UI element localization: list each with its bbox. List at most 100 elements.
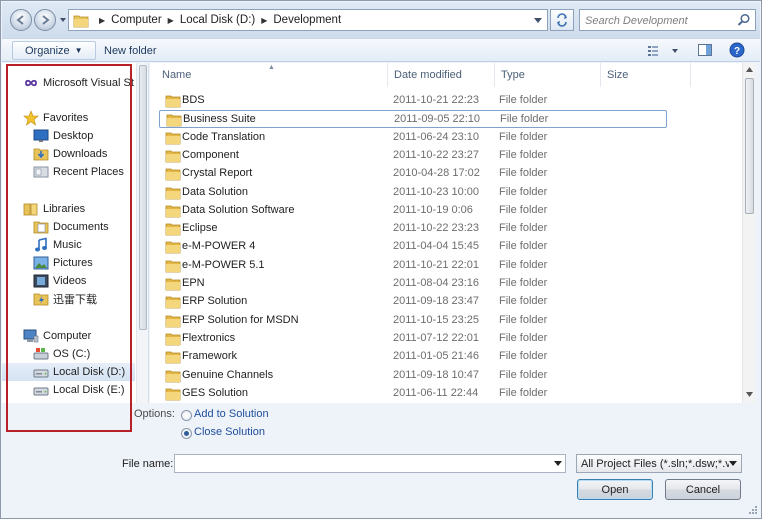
refresh-button[interactable] [550,9,574,31]
nav-item-thunder-download[interactable]: 迅雷下载 [2,290,135,308]
nav-item-label: Libraries [43,203,86,215]
table-row[interactable]: Crystal Report 2010-04-28 17:02 File folde… [159,165,664,183]
table-row[interactable]: GES Solution 2011-06-11 22:44 File folder [159,385,664,403]
folder-icon [165,185,181,201]
file-list-scrollbar[interactable] [742,63,755,403]
breadcrumb-separator-icon[interactable]: ▶ [99,16,105,25]
file-list-scrollbar-thumb[interactable] [745,78,754,214]
file-name-combobox[interactable] [174,454,566,473]
table-row[interactable]: Component 2011-10-22 23:27 File folder [159,147,664,165]
date-modified-cell: 2011-06-11 22:44 [393,386,479,399]
nav-item-os-drive[interactable]: OS (C:) [2,345,135,363]
folder-icon [165,166,181,182]
search-box[interactable] [579,9,756,31]
change-view-icon[interactable] [646,43,682,59]
table-row[interactable]: e-M-POWER 5.1 2011-10-21 22:01 File folder [159,257,664,275]
forward-button[interactable] [34,9,56,31]
nav-item-libraries[interactable]: Libraries [2,200,135,218]
nav-item-label: OS (C:) [53,348,91,360]
folder-icon [165,331,181,347]
table-row[interactable]: EPN 2011-08-04 23:16 File folder [159,275,664,293]
search-input[interactable] [585,13,733,28]
documents-icon [33,219,49,235]
table-row[interactable]: ERP Solution 2011-09-18 23:47 File folder [159,293,664,311]
folder-icon [165,368,181,384]
file-name-input[interactable] [178,457,548,471]
file-name-cell: ERP Solution for MSDN [182,313,299,326]
downloads-icon [33,146,49,162]
open-button[interactable]: Open [577,479,653,500]
file-name-dropdown-chevron-icon[interactable] [554,461,562,467]
table-row[interactable]: Data Solution 2011-10-23 10:00 File folder [159,184,664,202]
navigation-scrollbar-thumb[interactable] [139,65,147,330]
breadcrumb-separator-icon[interactable]: ▶ [261,16,267,25]
table-row[interactable]: Flextronics 2011-07-12 22:01 File folder [159,330,664,348]
breadcrumb-local-disk-d[interactable]: Local Disk (D:) [180,14,255,26]
navigation-scrollbar[interactable] [136,63,148,403]
table-row[interactable]: ERP Solution for MSDN 2011-10-15 23:25 Fil… [159,312,664,330]
type-cell: File folder [499,130,548,143]
nav-item-star[interactable]: Favorites [2,109,135,127]
close-solution-label[interactable]: Close Solution [194,426,265,438]
breadcrumb-development[interactable]: Development [273,14,341,26]
os-drive-icon [33,346,49,362]
table-row[interactable]: Business Suite 2011-09-05 22:10 File folde… [159,110,667,129]
nav-item-recent-places[interactable]: Recent Places [2,163,135,181]
open-project-dialog: ▶ Computer ▶ Local Disk (D:) ▶ Developme… [0,0,762,519]
nav-item-music[interactable]: Music [2,236,135,254]
address-bar[interactable]: ▶ Computer ▶ Local Disk (D:) ▶ Developme… [68,9,548,31]
nav-item-drive[interactable]: Local Disk (E:) [2,381,135,399]
file-name-cell: Data Solution [182,185,249,198]
file-list: Name ▲ Date modified Type Size BDS 2011-1… [150,63,755,403]
nav-item-videos[interactable]: Videos [2,272,135,290]
help-icon[interactable]: ? [729,42,745,58]
resize-grip-icon[interactable] [748,505,758,515]
folder-icon [165,239,181,255]
table-row[interactable]: BDS 2011-10-21 22:23 File folder [159,92,664,110]
table-row[interactable]: e-M-POWER 4 2011-04-04 15:45 File folder [159,238,664,256]
close-solution-radio[interactable] [181,428,192,439]
nav-item-computer[interactable]: Computer [2,327,135,345]
file-type-filter-select[interactable]: All Project Files (*.sln;*.dsw;*.vc [576,454,742,473]
column-header-size[interactable]: Size [601,63,691,87]
new-folder-button[interactable]: New folder [98,41,163,60]
type-cell: File folder [499,277,548,289]
add-to-solution-radio[interactable] [181,410,192,421]
nav-item-drive[interactable]: Local Disk (D:) [2,363,135,381]
table-row[interactable]: Framework 2011-01-05 21:46 File folder [159,348,664,366]
organize-label: Organize [25,44,70,57]
date-modified-cell: 2011-10-19 0:06 [393,203,473,216]
column-header-type[interactable]: Type [495,63,601,87]
nav-item-downloads[interactable]: Downloads [2,145,135,163]
table-row[interactable]: Genuine Channels 2011-09-18 10:47 File fol… [159,367,664,385]
sort-ascending-icon: ▲ [268,64,275,71]
table-row[interactable]: Code Translation 2011-06-24 23:10 File fol… [159,129,664,147]
organize-button[interactable]: Organize ▼ [12,41,96,60]
nav-item-desktop[interactable]: Desktop [2,127,135,145]
cancel-button[interactable]: Cancel [665,479,741,500]
date-modified-cell: 2010-04-28 17:02 [393,167,480,180]
nav-item-pictures[interactable]: Pictures [2,254,135,272]
file-name-cell: e-M-POWER 4 [182,240,256,253]
table-row[interactable]: Eclipse 2011-10-22 23:23 File folder [159,220,664,238]
nav-item-infinity[interactable]: Microsoft Visual St [2,74,135,92]
address-dropdown-chevron-icon[interactable] [534,18,542,24]
type-cell: File folder [499,331,548,344]
table-row[interactable]: Data Solution Software 2011-10-19 0:06 Fil… [159,202,664,220]
file-name-label: File name: [122,458,174,470]
recent-locations-chevron-icon[interactable] [59,16,67,24]
search-icon[interactable] [737,13,751,27]
folder-icon [165,203,181,219]
breadcrumb-separator-icon[interactable]: ▶ [168,16,174,25]
breadcrumb-computer[interactable]: Computer [111,14,162,26]
scroll-down-arrow-icon[interactable] [746,392,753,397]
desktop-icon [33,128,49,144]
filter-dropdown-chevron-icon [729,461,737,466]
date-modified-cell: 2011-07-12 22:01 [393,331,480,344]
preview-pane-icon[interactable] [697,42,713,58]
back-button[interactable] [10,9,32,31]
scroll-up-arrow-icon[interactable] [746,67,753,72]
add-to-solution-label[interactable]: Add to Solution [194,408,269,420]
column-header-date-modified[interactable]: Date modified [388,63,495,87]
nav-item-documents[interactable]: Documents [2,218,135,236]
